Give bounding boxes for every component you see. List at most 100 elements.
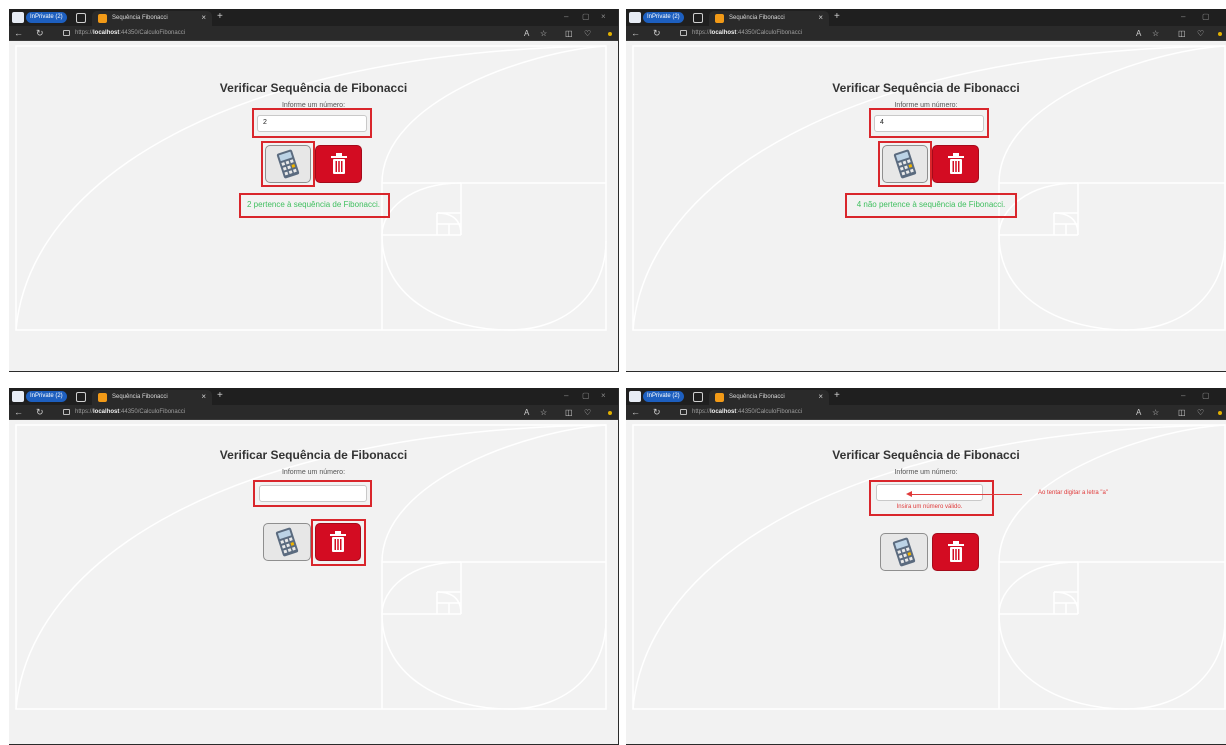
favorite-icon[interactable]: ☆ [540, 407, 547, 418]
screenshot-panel-4: InPrivate (2) Sequência Fibonacci × + – … [626, 388, 1226, 745]
favicon [98, 14, 107, 23]
clear-button[interactable] [932, 145, 979, 183]
close-window-button[interactable]: × [601, 11, 606, 23]
minimize-button[interactable]: – [1181, 390, 1185, 402]
tab-close-icon[interactable]: × [818, 392, 823, 402]
close-window-button[interactable]: × [601, 390, 606, 402]
tab-title: Sequência Fibonacci [112, 15, 168, 21]
browser-tab-bar: InPrivate (2) Sequência Fibonacci × + – … [9, 388, 618, 405]
read-aloud-icon[interactable]: A [524, 407, 529, 418]
annotation-arrowhead [906, 491, 912, 497]
minimize-button[interactable]: – [1181, 11, 1185, 23]
annotation-text: Ao tentar digitar a letra "a" [1038, 490, 1108, 496]
tab-actions-icon[interactable] [693, 13, 703, 23]
lock-icon[interactable] [63, 409, 70, 415]
clear-button[interactable] [932, 533, 979, 571]
favorite-icon[interactable]: ☆ [540, 28, 547, 39]
split-screen-icon[interactable]: ◫ [565, 407, 573, 418]
calculate-button[interactable] [263, 523, 311, 561]
read-aloud-icon[interactable]: A [1136, 28, 1141, 39]
calculate-button[interactable] [880, 533, 928, 571]
page-content: Verificar Sequência de Fibonacci Informe… [9, 41, 618, 371]
browser-tab[interactable]: Sequência Fibonacci × [92, 390, 212, 405]
lock-icon[interactable] [680, 409, 687, 415]
page-title: Verificar Sequência de Fibonacci [219, 81, 408, 95]
tab-actions-icon[interactable] [76, 13, 86, 23]
tab-close-icon[interactable]: × [201, 13, 206, 23]
inprivate-badge[interactable]: InPrivate (2) [26, 391, 67, 402]
read-aloud-icon[interactable]: A [1136, 407, 1141, 418]
back-icon[interactable]: ← [14, 406, 23, 418]
new-tab-button[interactable]: + [834, 390, 840, 402]
browser-tab-bar: InPrivate (2) Sequência Fibonacci × + – … [9, 9, 618, 26]
lock-icon[interactable] [63, 30, 70, 36]
split-screen-icon[interactable]: ◫ [565, 28, 573, 39]
read-aloud-icon[interactable]: A [524, 28, 529, 39]
minimize-button[interactable]: – [564, 11, 568, 23]
back-icon[interactable]: ← [14, 27, 23, 39]
screenshot-panel-1: InPrivate (2) Sequência Fibonacci × + – … [9, 9, 619, 372]
favorite-icon[interactable]: ☆ [1152, 28, 1159, 39]
inprivate-badge[interactable]: InPrivate (2) [643, 12, 684, 23]
tab-title: Sequência Fibonacci [729, 15, 785, 21]
maximize-button[interactable]: ▢ [582, 390, 590, 402]
favicon [98, 393, 107, 402]
new-tab-button[interactable]: + [217, 390, 223, 402]
address-bar[interactable]: https://localhost:44350/CalculoFibonacci [75, 28, 185, 39]
profile-avatar-icon[interactable] [629, 12, 641, 23]
tab-close-icon[interactable]: × [818, 13, 823, 23]
input-label: Informe um número: [281, 469, 346, 476]
tab-close-icon[interactable]: × [201, 392, 206, 402]
profile-avatar-icon[interactable] [12, 391, 24, 402]
highlight-calculate-button [261, 141, 315, 187]
copilot-icon[interactable]: ♡ [584, 407, 591, 418]
split-screen-icon[interactable]: ◫ [1178, 407, 1186, 418]
lock-icon[interactable] [680, 30, 687, 36]
refresh-icon[interactable]: ↻ [653, 27, 661, 39]
new-tab-button[interactable]: + [834, 11, 840, 23]
address-bar[interactable]: https://localhost:44350/CalculoFibonacci [692, 407, 802, 418]
clear-button[interactable] [315, 145, 362, 183]
tab-title: Sequência Fibonacci [112, 394, 168, 400]
split-screen-icon[interactable]: ◫ [1178, 28, 1186, 39]
refresh-icon[interactable]: ↻ [653, 406, 661, 418]
maximize-button[interactable]: ▢ [1202, 11, 1210, 23]
tab-actions-icon[interactable] [76, 392, 86, 402]
favorite-icon[interactable]: ☆ [1152, 407, 1159, 418]
copilot-icon[interactable]: ♡ [584, 28, 591, 39]
highlight-calculate-button [878, 141, 932, 187]
highlight-input [253, 480, 372, 507]
copilot-icon[interactable]: ♡ [1197, 407, 1204, 418]
address-bar[interactable]: https://localhost:44350/CalculoFibonacci [692, 28, 802, 39]
copilot-icon[interactable]: ♡ [1197, 28, 1204, 39]
favicon [715, 14, 724, 23]
new-tab-button[interactable]: + [217, 11, 223, 23]
back-icon[interactable]: ← [631, 27, 640, 39]
browser-nav-bar: ← ↻ https://localhost:44350/CalculoFibon… [9, 26, 618, 41]
refresh-icon[interactable]: ↻ [36, 406, 44, 418]
address-bar[interactable]: https://localhost:44350/CalculoFibonacci [75, 407, 185, 418]
browser-nav-bar: ← ↻ https://localhost:44350/CalculoFibon… [626, 405, 1226, 420]
tab-title: Sequência Fibonacci [729, 394, 785, 400]
minimize-button[interactable]: – [564, 390, 568, 402]
browser-tab[interactable]: Sequência Fibonacci × [709, 390, 829, 405]
inprivate-badge[interactable]: InPrivate (2) [26, 12, 67, 23]
profile-avatar-icon[interactable] [12, 12, 24, 23]
maximize-button[interactable]: ▢ [1202, 390, 1210, 402]
browser-tab[interactable]: Sequência Fibonacci × [709, 11, 829, 26]
screenshot-panel-2: InPrivate (2) Sequência Fibonacci × + – … [626, 9, 1226, 372]
inprivate-badge[interactable]: InPrivate (2) [643, 391, 684, 402]
calculator-icon [275, 527, 299, 557]
tab-actions-icon[interactable] [693, 392, 703, 402]
notification-dot [1218, 411, 1222, 415]
refresh-icon[interactable]: ↻ [36, 27, 44, 39]
page-content: Verificar Sequência de Fibonacci Informe… [626, 41, 1226, 371]
back-icon[interactable]: ← [631, 406, 640, 418]
profile-avatar-icon[interactable] [629, 391, 641, 402]
notification-dot [608, 32, 612, 36]
highlight-clear-button [311, 519, 366, 566]
browser-tab-bar: InPrivate (2) Sequência Fibonacci × + – … [626, 388, 1226, 405]
browser-tab[interactable]: Sequência Fibonacci × [92, 11, 212, 26]
annotation-arrow [910, 494, 1022, 495]
maximize-button[interactable]: ▢ [582, 11, 590, 23]
